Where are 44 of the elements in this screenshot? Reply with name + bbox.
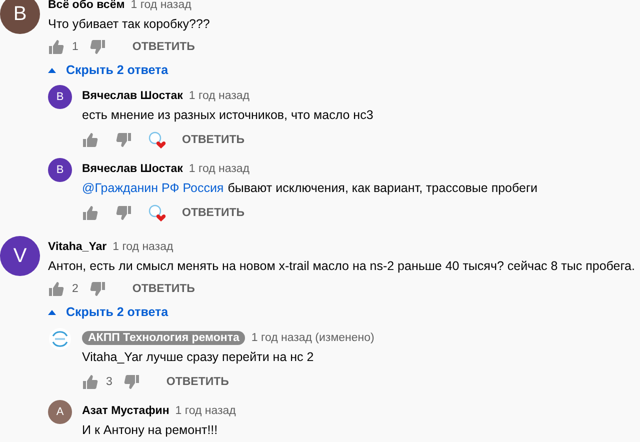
like-button[interactable] xyxy=(82,374,98,390)
avatar[interactable]: В xyxy=(48,85,72,109)
hide-replies-button[interactable]: Скрыть 2 ответа xyxy=(48,302,168,322)
like-button[interactable] xyxy=(82,205,98,221)
comment-text: И к Антону на ремонт!!! xyxy=(82,422,219,439)
avatar[interactable]: В xyxy=(0,0,40,34)
like-button[interactable] xyxy=(48,281,64,297)
comment-text: есть мнение из разных источников, что масло нс3 xyxy=(82,107,374,124)
comment-time[interactable]: 1 год назад xyxy=(130,0,192,11)
dislike-button[interactable] xyxy=(116,205,132,221)
avatar[interactable]: А xyxy=(48,400,72,424)
author-name[interactable]: Вячеслав Шостак xyxy=(82,163,183,175)
avatar[interactable]: V xyxy=(0,236,40,276)
comment-time[interactable]: 1 год назад xyxy=(188,163,250,175)
like-count: 1 xyxy=(72,41,78,53)
like-count: 2 xyxy=(72,283,78,295)
hide-replies-button[interactable]: Скрыть 2 ответа xyxy=(48,60,168,80)
comment-text: Что убивает так коробку??? xyxy=(48,16,211,33)
channel-owner-name[interactable]: АКПП Технология ремонта xyxy=(82,331,246,345)
dislike-button[interactable] xyxy=(90,39,106,55)
author-name[interactable]: Вячеслав Шостак xyxy=(82,90,183,102)
avatar[interactable]: В xyxy=(48,158,72,182)
author-name[interactable]: Азат Мустафин xyxy=(82,405,170,417)
dislike-button[interactable] xyxy=(124,374,140,390)
like-button[interactable] xyxy=(48,39,64,55)
comment-time[interactable]: 1 год назад (изменено) xyxy=(251,332,374,344)
dislike-button[interactable] xyxy=(90,281,106,297)
reply-button[interactable]: ОТВЕТИТЬ xyxy=(176,203,251,223)
reply-button[interactable]: ОТВЕТИТЬ xyxy=(176,130,251,150)
comment-time[interactable]: 1 год назад xyxy=(175,405,236,417)
comment-text: Антон, есть ли смысл менять на новом x-trail масло на ns-2 раньше 40 тысяч? сейчас 8 тыс пробега. xyxy=(48,258,636,275)
comment-time[interactable]: 1 год назад xyxy=(112,241,174,253)
mention-link[interactable]: @Гражданин РФ Россия xyxy=(82,181,224,195)
like-count: 3 xyxy=(106,376,112,388)
dislike-button[interactable] xyxy=(116,132,132,148)
author-name[interactable]: Vitaha_Yar xyxy=(48,241,107,253)
channel-logo-icon[interactable] xyxy=(48,327,72,351)
like-button[interactable] xyxy=(82,132,98,148)
reply-button[interactable]: ОТВЕТИТЬ xyxy=(160,372,235,392)
comment-text: @Гражданин РФ Россия бывают исключения, как вариант, трассовые пробеги xyxy=(82,180,539,197)
comment-time[interactable]: 1 год назад xyxy=(188,90,250,102)
reply-button[interactable]: ОТВЕТИТЬ xyxy=(126,37,201,57)
reply-button[interactable]: ОТВЕТИТЬ xyxy=(126,279,201,299)
comment-text: Vitaha_Yar лучше сразу перейти на нс 2 xyxy=(82,349,315,366)
